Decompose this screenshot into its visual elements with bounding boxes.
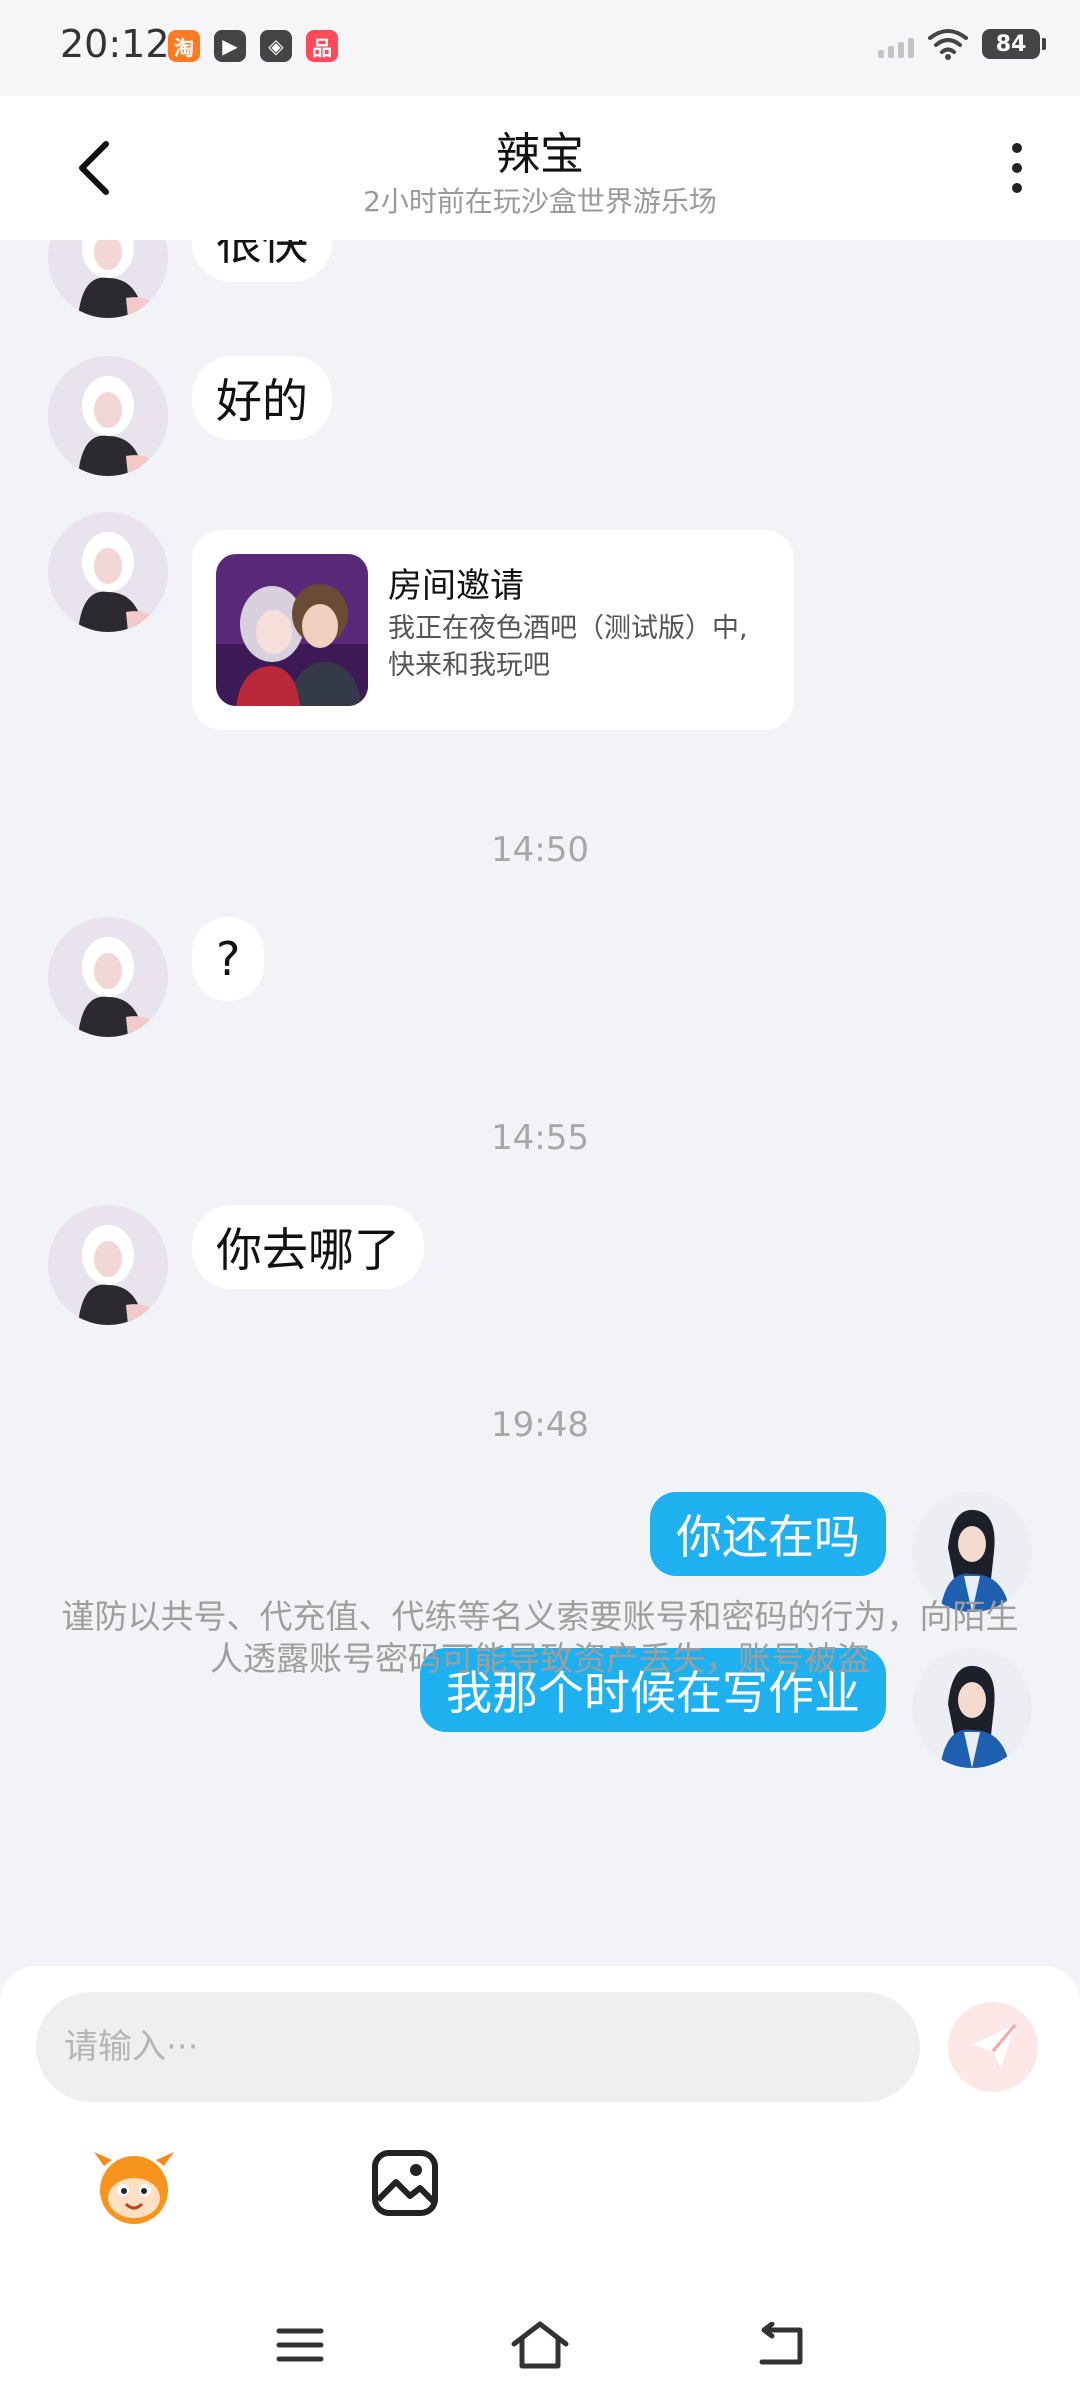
- message-incoming[interactable]: 好的: [192, 356, 332, 440]
- avatar-image: [48, 240, 168, 318]
- contact-avatar[interactable]: [48, 512, 168, 632]
- contact-avatar[interactable]: [48, 240, 168, 318]
- message-incoming[interactable]: 很快: [192, 240, 332, 282]
- contact-avatar[interactable]: [48, 1205, 168, 1325]
- image-picker-button[interactable]: [370, 2148, 440, 2218]
- battery-icon: 84: [982, 29, 1046, 59]
- signal-icon: [878, 30, 914, 58]
- status-app-icons: 淘 ▶ ◈ 品: [168, 30, 338, 62]
- wifi-icon: [928, 29, 968, 60]
- home-icon: [511, 2321, 569, 2369]
- avatar-image: [48, 356, 168, 476]
- message-text: ?: [216, 932, 241, 986]
- room-invite-card[interactable]: 房间邀请 我正在夜色酒吧（测试版）中, 快来和我玩吧: [192, 530, 794, 730]
- status-time: 20:12: [60, 22, 170, 66]
- invite-title: 房间邀请: [388, 566, 524, 606]
- status-bar: 20:12 淘 ▶ ◈ 品 84: [0, 0, 1080, 96]
- avatar-image: [912, 1492, 1032, 1612]
- return-icon: [759, 2322, 803, 2365]
- image-icon: [372, 2150, 438, 2216]
- message-outgoing[interactable]: 你还在吗: [650, 1492, 886, 1576]
- emoji-mascot-icon: [94, 2152, 174, 2224]
- taobao-icon: 淘: [168, 30, 200, 62]
- emoji-button[interactable]: [90, 2146, 178, 2226]
- invite-description: 我正在夜色酒吧（测试版）中, 快来和我玩吧: [388, 613, 748, 681]
- contact-status: 2小时前在玩沙盒世界游乐场: [363, 185, 717, 218]
- recent-apps-button[interactable]: [270, 2318, 330, 2372]
- chat-header: 辣宝 2小时前在玩沙盒世界游乐场: [0, 96, 1080, 240]
- more-options-button[interactable]: [992, 136, 1042, 200]
- paper-plane-icon: [971, 2024, 1017, 2069]
- dot: [1012, 183, 1022, 193]
- security-notice: 谨防以共号、代充值、代练等名义索要账号和密码的行为，向陌生人透露账号密码可能导致…: [61, 1597, 1019, 1678]
- back-nav-button[interactable]: [750, 2318, 810, 2372]
- dot: [1012, 143, 1022, 153]
- message-text: 好的: [216, 374, 308, 428]
- message-text: 很快: [216, 240, 308, 270]
- timestamp: 14:50: [491, 830, 589, 870]
- message-incoming[interactable]: ?: [192, 917, 265, 1001]
- timestamp: 19:48: [491, 1405, 589, 1445]
- avatar-image: [48, 512, 168, 632]
- home-button[interactable]: [510, 2318, 570, 2372]
- leaf-icon: ◈: [260, 30, 292, 62]
- shop-icon: 品: [306, 30, 338, 62]
- my-avatar[interactable]: [912, 1492, 1032, 1612]
- battery-level: 84: [995, 31, 1027, 57]
- message-input[interactable]: [36, 1992, 920, 2102]
- dot: [1012, 163, 1022, 173]
- message-incoming[interactable]: 你去哪了: [192, 1205, 424, 1289]
- avatar-image: [48, 1205, 168, 1325]
- message-text: 你还在吗: [676, 1510, 860, 1564]
- system-nav-bar: [0, 2290, 1080, 2404]
- video-icon: ▶: [214, 30, 246, 62]
- message-text: 你去哪了: [216, 1223, 400, 1277]
- chat-messages[interactable]: 很快 好的 房间邀请 我正在夜色酒吧（测试版）中, 快来和我玩吧 14:50 ?…: [0, 240, 1080, 1970]
- contact-avatar[interactable]: [48, 917, 168, 1037]
- invite-thumbnail: [216, 554, 368, 706]
- timestamp: 14:55: [491, 1118, 589, 1158]
- menu-icon: [276, 2328, 324, 2362]
- avatar-image: [48, 917, 168, 1037]
- contact-avatar[interactable]: [48, 356, 168, 476]
- send-button[interactable]: [948, 2002, 1038, 2092]
- contact-name: 辣宝: [496, 129, 584, 180]
